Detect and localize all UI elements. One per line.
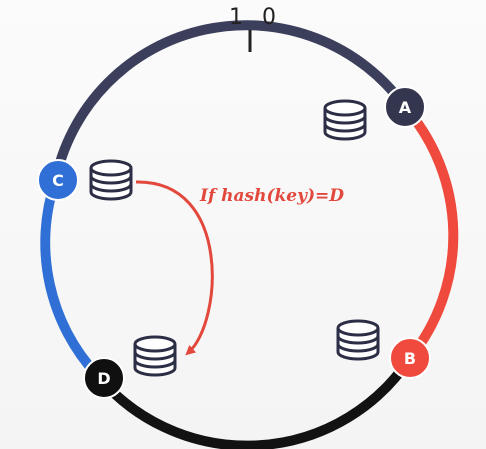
ring-segment-left bbox=[40, 177, 102, 380]
ring-scale-label: 1 0 bbox=[229, 5, 282, 30]
hash-ring-canvas: 1 0 If hash(key)=D A B C D bbox=[37, 5, 459, 449]
node-c-label: C bbox=[52, 171, 64, 190]
database-icon-a bbox=[323, 99, 367, 141]
node-d-label: D bbox=[97, 369, 110, 388]
node-c: C bbox=[37, 159, 79, 201]
database-icon-d bbox=[133, 335, 177, 377]
node-b: B bbox=[389, 337, 431, 379]
node-a-label: A bbox=[399, 98, 412, 117]
remap-arrow bbox=[135, 180, 214, 356]
ring-segment-right bbox=[400, 102, 459, 363]
hash-ring-diagram: 1 0 If hash(key)=D A B C D bbox=[0, 0, 486, 449]
node-a: A bbox=[384, 86, 426, 128]
database-icon-b bbox=[336, 319, 380, 361]
routing-annotation: If hash(key)=D bbox=[199, 186, 344, 206]
node-d: D bbox=[83, 357, 125, 399]
node-b-label: B bbox=[404, 349, 416, 368]
database-icon-c bbox=[89, 159, 133, 201]
